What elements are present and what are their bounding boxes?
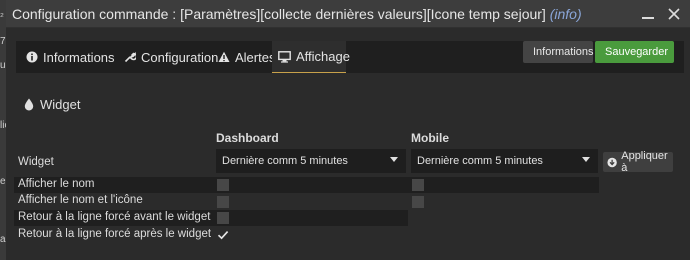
desktop-icon xyxy=(278,50,291,63)
minimize-icon xyxy=(642,17,654,19)
informations-button-label: Informations xyxy=(533,46,594,58)
info-circle-icon xyxy=(26,51,38,63)
tab-informations[interactable]: Informations xyxy=(20,41,121,73)
save-button-label: Sauvegarder xyxy=(605,46,668,58)
dialog-title: Configuration commande : [Paramètres][co… xyxy=(12,6,582,22)
arrow-circle-down-icon xyxy=(607,157,617,167)
tab-affichage[interactable]: Affichage xyxy=(272,41,350,73)
dashboard-widget-select[interactable]: Dernière comm 5 minutes xyxy=(216,149,406,173)
widget-section-title: Widget xyxy=(24,97,80,112)
apply-to-button[interactable]: Appliquer à xyxy=(603,150,673,174)
close-icon xyxy=(668,8,680,20)
option-label-show-name-icon: Afficher le nom et l'icône xyxy=(18,194,143,206)
exclamation-triangle-icon xyxy=(218,51,230,62)
show-name-dashboard-checkbox[interactable] xyxy=(217,179,229,191)
caret-down-icon xyxy=(582,157,590,162)
close-button[interactable] xyxy=(664,4,684,24)
mobile-widget-value: Dernière comm 5 minutes xyxy=(417,155,543,167)
section-title-text: Widget xyxy=(40,97,81,112)
tab-label: Informations xyxy=(43,49,115,65)
dialog-title-text: Configuration commande : [Paramètres][co… xyxy=(12,6,546,22)
tab-label: Alertes xyxy=(235,49,276,65)
widget-row-label: Widget xyxy=(18,156,54,168)
break-before-dashboard-checkbox[interactable] xyxy=(217,212,229,224)
option-label-break-before: Retour à la ligne forcé avant le widget xyxy=(18,211,211,223)
dashboard-widget-value: Dernière comm 5 minutes xyxy=(222,155,348,167)
tab-configuration[interactable]: Configuration xyxy=(118,41,224,73)
tab-label: Affichage xyxy=(296,49,350,64)
info-link[interactable]: (info) xyxy=(550,6,582,22)
mobile-column-header: Mobile xyxy=(411,131,449,145)
tab-label: Configuration xyxy=(141,49,219,65)
break-after-dashboard-checkbox[interactable] xyxy=(217,229,229,241)
save-button[interactable]: Sauvegarder xyxy=(595,41,674,63)
tint-icon xyxy=(24,98,34,111)
dialog-titlebar[interactable]: Configuration commande : [Paramètres][co… xyxy=(6,0,690,28)
dashboard-column-header: Dashboard xyxy=(216,131,279,145)
show-name-icon-dashboard-checkbox[interactable] xyxy=(217,196,229,208)
apply-to-button-label: Appliquer à xyxy=(621,150,668,174)
show-name-mobile-checkbox[interactable] xyxy=(412,179,424,191)
checkmark-icon xyxy=(217,231,229,240)
dialog-body: Informations Configuration Alertes Affic… xyxy=(6,29,690,260)
row-stripe xyxy=(14,177,599,193)
caret-down-icon xyxy=(390,157,398,162)
show-name-icon-mobile-checkbox[interactable] xyxy=(412,196,424,208)
option-label-show-name: Afficher le nom xyxy=(18,178,95,190)
mobile-widget-select[interactable]: Dernière comm 5 minutes xyxy=(411,149,598,173)
minimize-button[interactable] xyxy=(638,4,658,24)
wrench-icon xyxy=(124,51,136,63)
informations-button[interactable]: Informations xyxy=(523,41,594,63)
option-label-break-after: Retour à la ligne forcé après le widget xyxy=(18,228,212,240)
